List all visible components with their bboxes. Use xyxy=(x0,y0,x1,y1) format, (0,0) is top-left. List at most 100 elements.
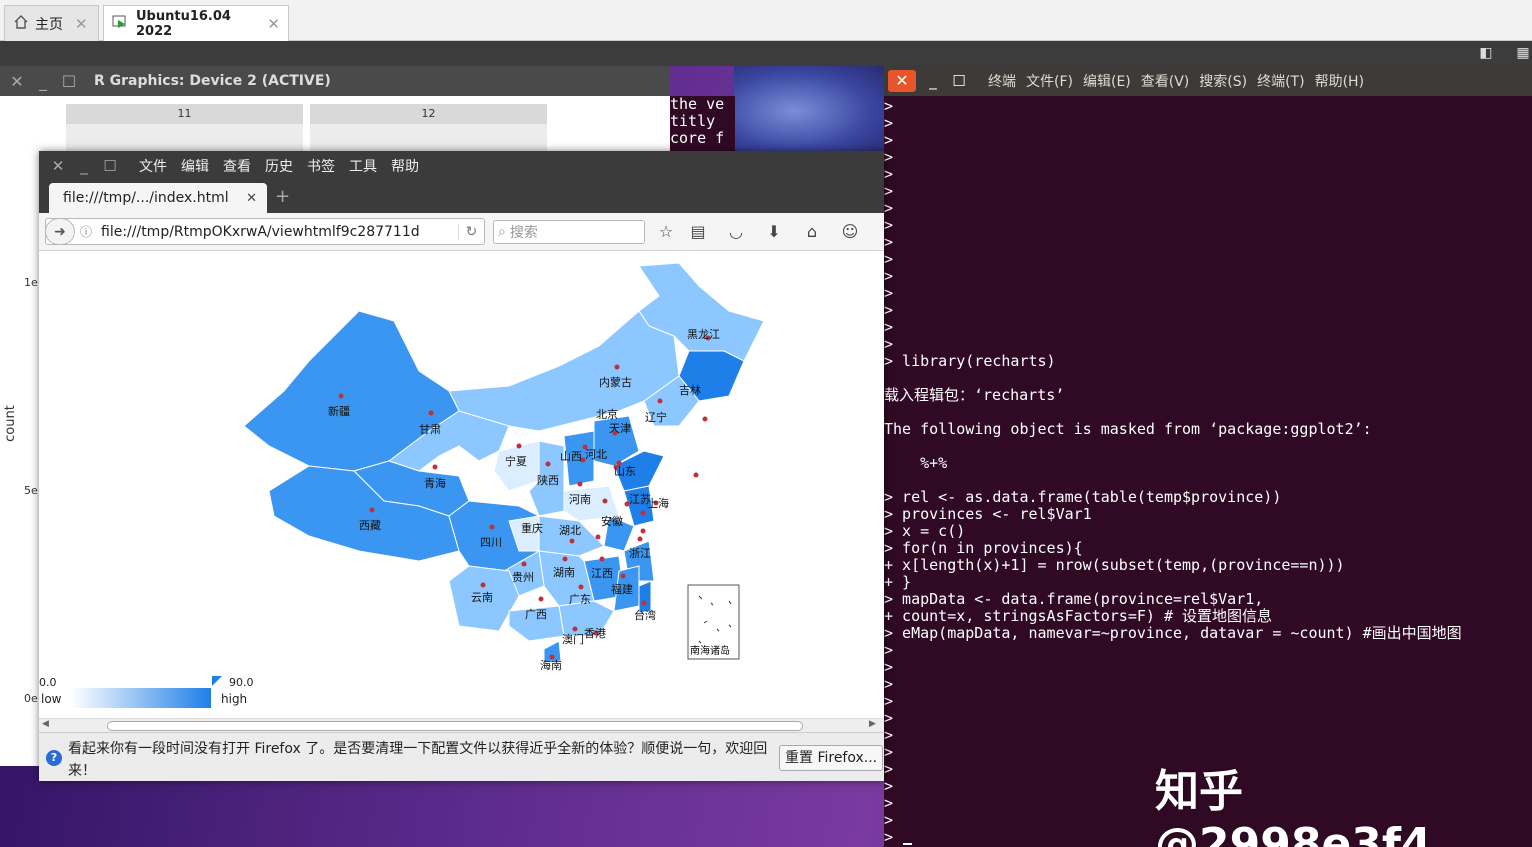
svg-text:high: high xyxy=(221,692,247,706)
svg-text:90.0: 90.0 xyxy=(229,676,254,689)
r-window-titlebar: ✕ _ ☐ R Graphics: Device 2 (ACTIVE) xyxy=(0,66,670,96)
reload-icon[interactable]: ↻ xyxy=(458,223,484,240)
south-china-sea-inset: 南海诸岛 xyxy=(687,584,740,660)
facet-panel xyxy=(310,124,547,154)
info-icon[interactable]: ⓘ xyxy=(75,223,97,240)
download-icon[interactable]: ⬇ xyxy=(763,222,785,242)
close-icon[interactable]: ✕ xyxy=(4,72,30,91)
terminal-overflow-text: the ve titly core f xyxy=(670,96,735,151)
firefox-navbar: ➜ ⓘ file:///tmp/RtmpOKxrwA/viewhtmlf9c28… xyxy=(39,213,884,251)
facet-strip: 12 xyxy=(310,104,547,124)
minimize-icon[interactable]: _ xyxy=(920,72,946,90)
minimize-icon[interactable]: _ xyxy=(71,157,97,175)
url-text[interactable]: file:///tmp/RtmpOKxrwA/viewhtmlf9c287711… xyxy=(97,224,458,240)
menu-tools[interactable]: 工具 xyxy=(349,156,377,176)
close-icon[interactable]: ✕ xyxy=(75,15,88,33)
close-icon[interactable]: ✕ xyxy=(267,15,280,33)
menu-help[interactable]: 帮助(H) xyxy=(1315,71,1364,91)
label-yunnan: 云南 xyxy=(471,591,493,604)
back-arrow-icon[interactable]: ➜ xyxy=(45,218,75,245)
maximize-icon[interactable]: ☐ xyxy=(97,157,123,175)
y-axis-label: count xyxy=(2,405,18,442)
url-bar[interactable]: ➜ ⓘ file:///tmp/RtmpOKxrwA/viewhtmlf9c28… xyxy=(45,218,485,245)
y-tick-label: 1e xyxy=(24,276,38,289)
label-zhejiang: 浙江 xyxy=(629,547,651,560)
host-tab-label: Ubuntu16.04 2022 xyxy=(136,8,231,39)
label-hunan: 湖南 xyxy=(553,566,575,579)
label-sichuan: 四川 xyxy=(480,536,502,549)
firefox-menubar: ✕ _ ☐ 文件 编辑 查看 历史 书签 工具 帮助 xyxy=(39,151,884,181)
menu-terminal[interactable]: 终端 xyxy=(988,71,1016,91)
horizontal-scrollbar[interactable]: ◀ ▶ xyxy=(39,718,884,732)
label-neimenggu: 内蒙古 xyxy=(599,375,632,389)
label-macau: 澳门 xyxy=(562,632,584,646)
host-tab-label: 主页 xyxy=(35,16,63,33)
menu-bookmarks[interactable]: 书签 xyxy=(307,156,335,176)
label-guizhou: 贵州 xyxy=(512,571,534,584)
menu-file[interactable]: 文件(F) xyxy=(1026,71,1073,91)
minimize-icon[interactable]: _ xyxy=(30,72,56,91)
firefox-tabbar: file:///tmp/.../index.html ✕ + xyxy=(39,181,884,213)
new-tab-icon[interactable]: + xyxy=(275,186,290,207)
browser-tab[interactable]: file:///tmp/.../index.html ✕ xyxy=(49,183,267,213)
menu-view[interactable]: 查看 xyxy=(223,156,251,176)
smiley-icon[interactable]: ☺ xyxy=(839,222,861,242)
label-ningxia: 宁夏 xyxy=(505,454,527,468)
label-jiangxi: 江西 xyxy=(591,567,613,580)
menu-terminal-t[interactable]: 终端(T) xyxy=(1257,71,1304,91)
close-icon[interactable]: ✕ xyxy=(45,157,71,175)
label-hongkong: 香港 xyxy=(584,627,606,640)
host-tab-home[interactable]: 主页 ✕ xyxy=(4,5,99,41)
label-taiwan: 台湾 xyxy=(634,608,656,622)
scroll-right-icon[interactable]: ▶ xyxy=(869,719,876,729)
maximize-icon[interactable]: ☐ xyxy=(56,72,82,91)
close-button[interactable]: ✕ xyxy=(888,70,916,92)
menu-history[interactable]: 历史 xyxy=(265,156,293,176)
reading-list-icon[interactable]: ▤ xyxy=(687,222,709,242)
scrollbar-thumb[interactable] xyxy=(107,721,803,731)
label-chongqing: 重庆 xyxy=(521,521,543,535)
firefox-window: ✕ _ ☐ 文件 编辑 查看 历史 书签 工具 帮助 file:///tmp/.… xyxy=(39,151,884,781)
menu-file[interactable]: 文件 xyxy=(139,156,167,176)
terminal-titlebar: ✕ _ ☐ 终端 文件(F) 编辑(E) 查看(V) 搜索(S) 终端(T) 帮… xyxy=(884,66,1532,96)
reset-firefox-button[interactable]: 重置 Firefox... xyxy=(779,745,883,771)
menu-edit[interactable]: 编辑 xyxy=(181,156,209,176)
firefox-refresh-notice: ? 看起来你有一段时间没有打开 Firefox 了。是否要清理一下配置文件以获得… xyxy=(39,732,884,781)
search-input[interactable]: ⌕ 搜索 xyxy=(493,220,645,244)
bookmark-star-icon[interactable]: ☆ xyxy=(655,222,677,242)
scroll-left-icon[interactable]: ◀ xyxy=(42,719,49,729)
menu-help[interactable]: 帮助 xyxy=(391,156,419,176)
close-icon[interactable]: ✕ xyxy=(246,191,257,206)
menu-view[interactable]: 查看(V) xyxy=(1141,71,1190,91)
pocket-icon[interactable]: ◡ xyxy=(725,222,747,242)
menu-edit[interactable]: 编辑(E) xyxy=(1083,71,1131,91)
terminal-output: > > > > > > > > > > > > > > > > library(… xyxy=(884,97,1462,846)
label-beijing: 北京 xyxy=(596,407,618,421)
terminal-window[interactable]: ✕ _ ☐ 终端 文件(F) 编辑(E) 查看(V) 搜索(S) 终端(T) 帮… xyxy=(884,66,1532,847)
unity-icon[interactable]: ▦ xyxy=(1514,45,1532,61)
search-placeholder: 搜索 xyxy=(509,225,538,241)
menu-search[interactable]: 搜索(S) xyxy=(1199,71,1247,91)
host-toolbar: ◧ ▦ xyxy=(0,41,1532,66)
maximize-icon[interactable]: ☐ xyxy=(946,72,972,90)
host-tab-strip: 主页 ✕ Ubuntu16.04 2022 ✕ xyxy=(0,0,1532,41)
facet-panel xyxy=(66,124,303,154)
label-heilongjiang: 黑龙江 xyxy=(687,328,720,341)
tab-title: file:///tmp/.../index.html xyxy=(63,190,229,206)
terminal-cursor xyxy=(903,843,912,845)
fullscreen-icon[interactable]: ◧ xyxy=(1477,45,1495,61)
home-icon[interactable]: ⌂ xyxy=(801,222,823,242)
svg-text:0.0: 0.0 xyxy=(39,676,57,689)
desktop-wallpaper xyxy=(734,66,884,156)
svg-text:南海诸岛: 南海诸岛 xyxy=(690,644,730,657)
label-fujian: 福建 xyxy=(611,582,633,596)
r-window-title: R Graphics: Device 2 (ACTIVE) xyxy=(94,73,331,89)
facet-strip: 11 xyxy=(66,104,303,124)
label-shanghai: 上海 xyxy=(647,496,669,510)
map-legend: 0.0 90.0 low high xyxy=(39,676,254,708)
question-icon: ? xyxy=(46,750,62,766)
label-qinghai: 青海 xyxy=(424,476,446,490)
label-hubei: 湖北 xyxy=(559,524,581,537)
host-tab-vm[interactable]: Ubuntu16.04 2022 ✕ xyxy=(103,5,289,41)
label-shandong: 山东 xyxy=(614,465,636,478)
